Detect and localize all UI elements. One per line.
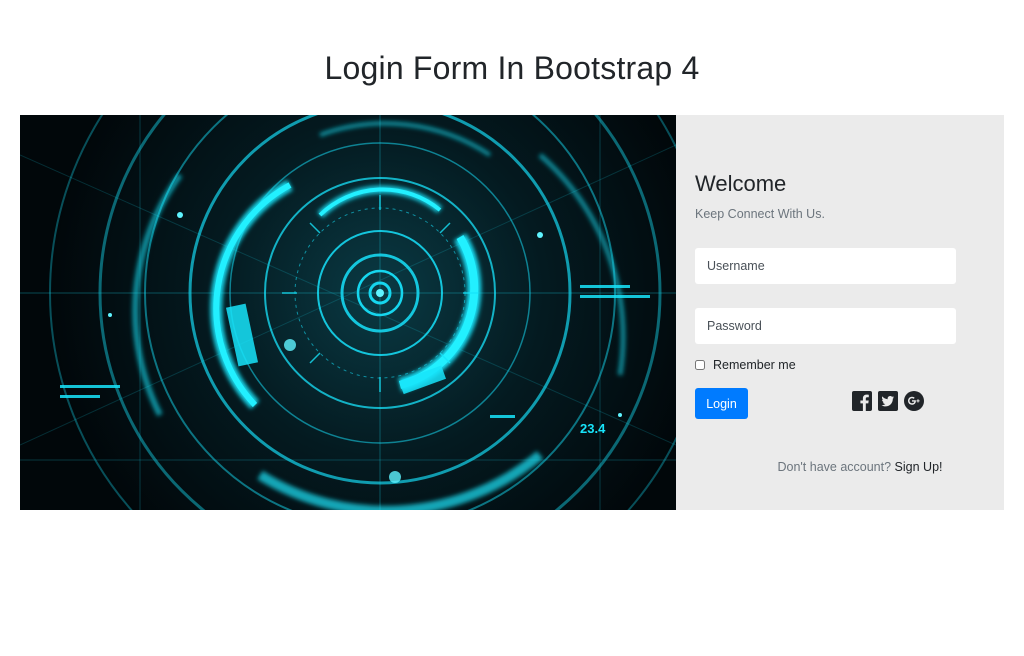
hero-circuit-graphic: 23.4 xyxy=(20,115,676,510)
login-button[interactable]: Login xyxy=(695,388,748,419)
login-card: 23.4 Welcome Keep Connect With Us. Remem… xyxy=(20,115,1004,510)
signup-link[interactable]: Sign Up! xyxy=(895,460,943,474)
hero-readout: 23.4 xyxy=(580,421,606,436)
hero-image: 23.4 xyxy=(20,115,676,510)
remember-me-label: Remember me xyxy=(713,358,796,372)
signup-prompt: Don't have account? xyxy=(777,460,892,474)
page-title: Login Form In Bootstrap 4 xyxy=(324,50,700,86)
username-input[interactable] xyxy=(695,248,956,284)
welcome-subheading: Keep Connect With Us. xyxy=(695,207,825,221)
login-form-panel: Welcome Keep Connect With Us. Remember m… xyxy=(676,115,1004,510)
password-input[interactable] xyxy=(695,308,956,344)
google-plus-icon[interactable] xyxy=(904,391,924,411)
twitter-icon[interactable] xyxy=(878,391,898,411)
welcome-heading: Welcome xyxy=(695,171,787,196)
facebook-icon[interactable] xyxy=(852,391,872,411)
remember-me-checkbox[interactable] xyxy=(695,360,705,370)
social-login-row xyxy=(852,391,924,411)
signup-row: Don't have account? Sign Up! xyxy=(676,460,1004,474)
remember-me-row[interactable]: Remember me xyxy=(695,358,796,372)
